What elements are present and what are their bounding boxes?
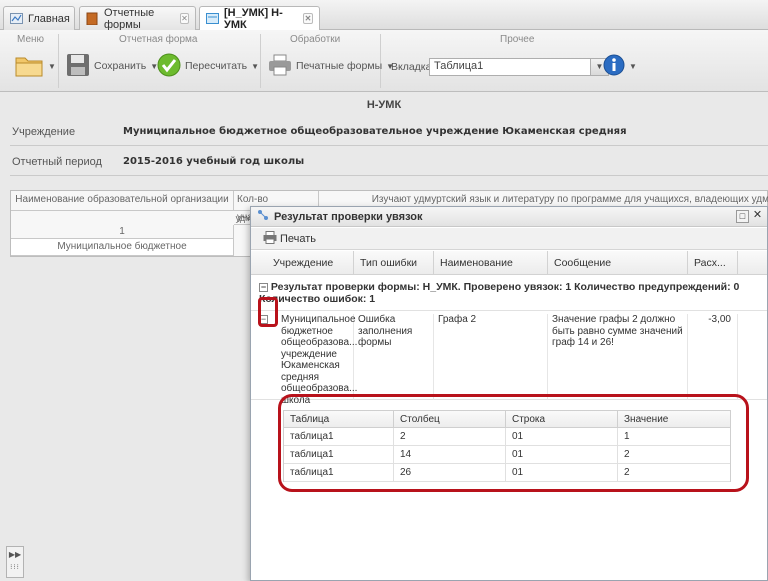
grid-header-org: Наименование образовательной организации (11, 191, 234, 211)
recalculate-label: Пересчитать (185, 60, 248, 72)
menu-button[interactable]: ▼ (14, 53, 56, 79)
separator (58, 34, 59, 88)
institution-value: Муниципальное бюджетное общеобразователь… (123, 126, 627, 137)
cell-diff: -3,00 (688, 314, 738, 400)
cell-institution: Муниципальное бюджетное общеобразова... … (277, 314, 357, 406)
group-title-other: Прочее (500, 34, 535, 45)
save-button[interactable]: Сохранить ▼ (66, 53, 158, 79)
divider (10, 145, 768, 146)
group-title-menu: Меню (17, 34, 45, 45)
group-summary[interactable]: − Результат проверки формы: Н_УМК. Прове… (259, 281, 759, 305)
close-icon[interactable]: ✕ (179, 13, 189, 24)
print-forms-button[interactable]: Печатные формы ▼ (268, 53, 394, 79)
cell-message: Значение графы 2 должно быть равно сумме… (548, 314, 688, 400)
result-row[interactable]: − Муниципальное бюджетное общеобразова..… (251, 310, 767, 406)
check-icon (157, 53, 181, 80)
tab-numk[interactable]: [Н_УМК] Н-УМК ✕ (199, 6, 320, 31)
tab-select-value: Таблица1 (434, 60, 484, 72)
dialog-title: Результат проверки увязок (274, 210, 423, 223)
highlight-expander (258, 297, 278, 327)
tab-home-label: Главная (28, 12, 70, 25)
separator (260, 34, 261, 88)
cell-error-type: Ошибка заполнения формы (354, 314, 434, 400)
tab-select-label: Вкладка (391, 61, 432, 73)
tab-numk-label: [Н_УМК] Н-УМК (224, 6, 283, 31)
info-icon (603, 54, 625, 79)
dialog-toolbar: Печать (251, 228, 767, 250)
save-label: Сохранить (94, 60, 147, 72)
dialog-header: Результат проверки увязок (251, 207, 767, 227)
save-icon (66, 53, 90, 80)
column-header-message[interactable]: Сообщение (548, 251, 688, 275)
institution-label: Учреждение (12, 126, 76, 138)
column-header-diff[interactable]: Расх... (688, 251, 738, 275)
grid-row-number: 1 (11, 225, 234, 239)
grip-icon: ⁝⁝⁝ (10, 564, 20, 571)
info-button[interactable]: ▼ (603, 53, 637, 79)
result-grid-header: Учреждение Тип ошибки Наименование Сообщ… (251, 251, 767, 275)
summary-text: Результат проверки формы: Н_УМК. Провере… (259, 281, 740, 305)
tab-home[interactable]: Главная (3, 6, 75, 30)
folder-icon (14, 52, 44, 81)
tab-report-forms-label: Отчетные формы (104, 6, 155, 31)
home-icon (10, 12, 23, 25)
period-label: Отчетный период (12, 156, 102, 168)
group-title-report-form: Отчетная форма (119, 34, 198, 45)
column-header-name[interactable]: Наименование (434, 251, 548, 275)
column-header-institution[interactable]: Учреждение (251, 251, 354, 275)
print-button[interactable]: Печать (263, 230, 317, 247)
form-title: Н-УМК (366, 99, 402, 111)
grid-row-org[interactable]: Муниципальное бюджетное (11, 239, 234, 256)
close-icon[interactable]: ✕ (751, 210, 764, 223)
chevron-down-icon: ▼ (629, 61, 637, 71)
form-icon (206, 12, 219, 25)
print-forms-label: Печатные формы (296, 60, 383, 72)
column-header-error-type[interactable]: Тип ошибки (354, 251, 434, 275)
toolbar: Меню Отчетная форма Обработки Прочее ▼ С… (0, 30, 768, 92)
double-chevron-right-icon: ▶▶ (8, 550, 22, 559)
folder-icon (86, 12, 99, 26)
chevron-down-icon: ▼ (48, 61, 56, 71)
tab-report-forms[interactable]: Отчетные формы ✕ (79, 6, 196, 31)
close-icon[interactable]: ✕ (302, 13, 313, 24)
cell-name: Графа 2 (434, 314, 548, 400)
expand-panel-button[interactable]: ▶▶ ⁝⁝⁝ (6, 546, 24, 578)
maximize-icon[interactable]: □ (736, 210, 749, 223)
group-title-processing: Обработки (290, 34, 341, 45)
links-icon (257, 209, 269, 224)
printer-icon (263, 230, 277, 247)
recalculate-button[interactable]: Пересчитать ▼ (157, 53, 259, 79)
tab-bar: Главная Отчетные формы ✕ [Н_УМК] Н-УМК ✕ (0, 0, 768, 31)
chevron-down-icon: ▼ (251, 61, 260, 71)
collapse-icon[interactable]: − (259, 282, 268, 292)
validation-result-dialog: Результат проверки увязок □ ✕ Печать Учр… (250, 206, 768, 581)
period-value: 2015-2016 учебный год школы (123, 156, 305, 167)
tab-select[interactable]: Таблица1 ▼ (429, 58, 609, 76)
divider (10, 175, 768, 176)
printer-icon (268, 53, 292, 80)
print-label: Печать (280, 232, 317, 245)
highlight-detail-table (278, 394, 749, 492)
